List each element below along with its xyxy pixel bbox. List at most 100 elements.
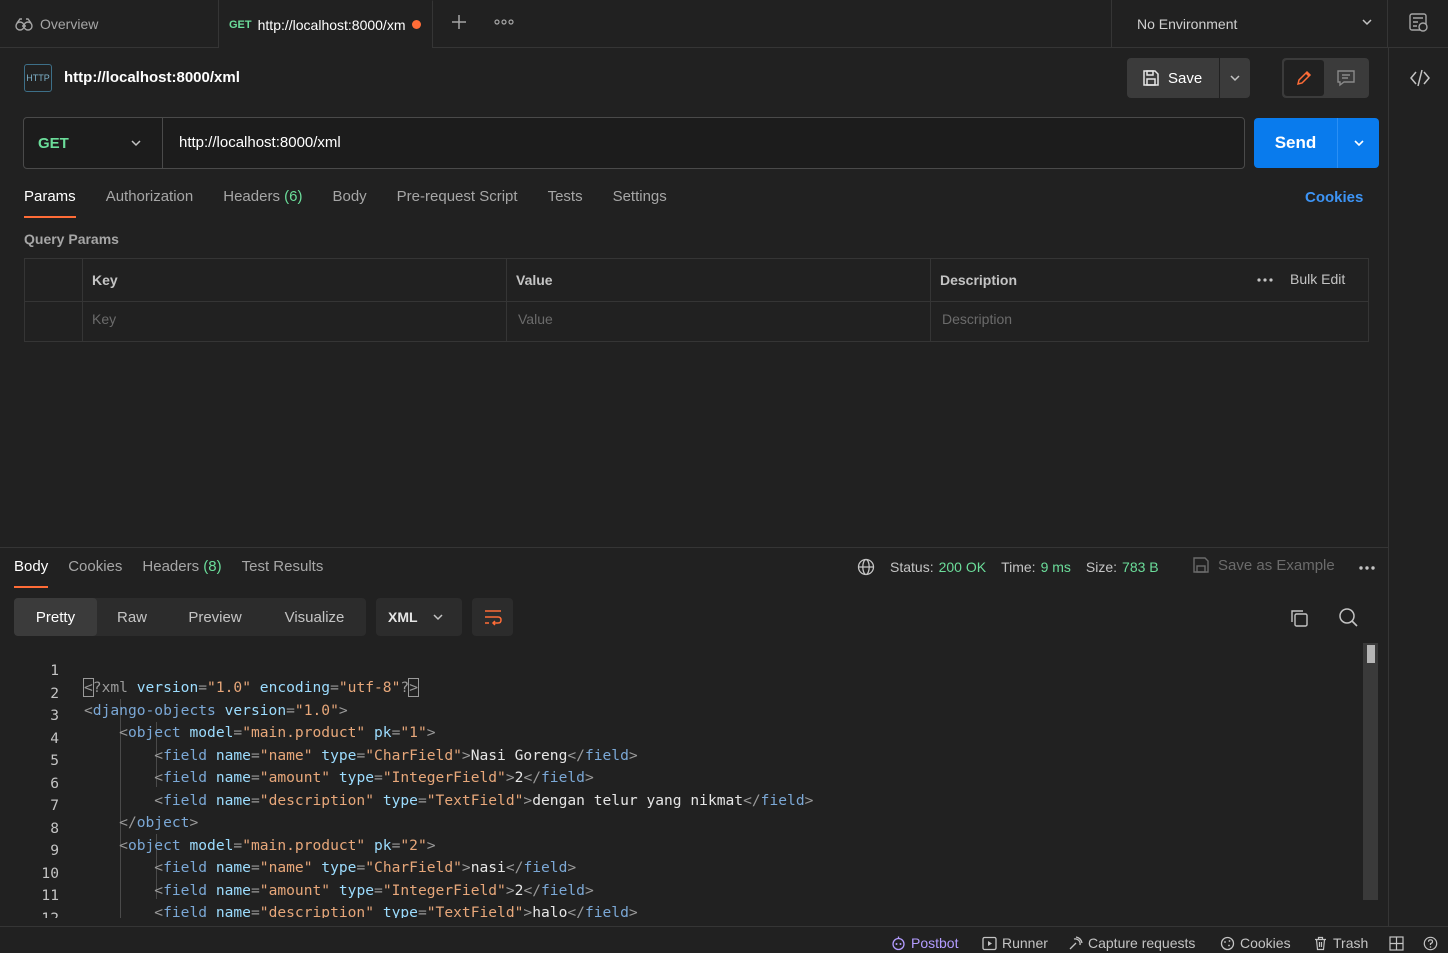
editor-scrollbar-thumb[interactable] bbox=[1367, 645, 1375, 663]
tab-headers[interactable]: Headers (6) bbox=[223, 188, 302, 218]
tab-response-body[interactable]: Body bbox=[14, 558, 49, 588]
format-select[interactable]: XML bbox=[376, 598, 462, 636]
chevron-down-icon bbox=[1361, 16, 1373, 28]
query-params-table: Key Value Description Bulk Edit Key Valu… bbox=[24, 258, 1369, 342]
tab-response-headers-label: Headers bbox=[142, 558, 200, 575]
params-more-button[interactable] bbox=[1257, 277, 1273, 283]
copy-button[interactable] bbox=[1289, 608, 1309, 628]
time-value[interactable]: 9 ms bbox=[1041, 559, 1071, 575]
code-snippet-button[interactable] bbox=[1409, 68, 1431, 88]
tab-prerequest-script[interactable]: Pre-request Script bbox=[397, 188, 518, 218]
trash-icon bbox=[1315, 936, 1326, 950]
code-line: 5 <field name="amount" type="IntegerFiel… bbox=[50, 752, 594, 786]
status-value[interactable]: 200 OK bbox=[939, 559, 986, 575]
bulk-edit-button[interactable]: Bulk Edit bbox=[1290, 271, 1345, 287]
pencil-icon bbox=[1296, 70, 1312, 86]
request-tabs: Params Authorization Headers (6) Body Pr… bbox=[24, 188, 697, 218]
more-horizontal-icon bbox=[494, 19, 514, 25]
tab-request[interactable]: GET http://localhost:8000/xml bbox=[219, 0, 433, 48]
tab-overview[interactable]: Overview bbox=[0, 0, 219, 47]
tab-headers-label: Headers bbox=[223, 188, 280, 205]
response-more-button[interactable] bbox=[1358, 565, 1376, 571]
two-pane-icon bbox=[1389, 936, 1404, 951]
url-bar: GET http://localhost:8000/xml bbox=[23, 117, 1245, 169]
tab-authorization[interactable]: Authorization bbox=[106, 188, 194, 218]
cookies-button[interactable]: Cookies bbox=[1220, 935, 1291, 951]
unsaved-dot-icon bbox=[411, 20, 421, 29]
tab-response-headers[interactable]: Headers (8) bbox=[142, 558, 221, 588]
wrap-icon bbox=[484, 610, 502, 626]
view-preview-button[interactable]: Preview bbox=[167, 598, 263, 636]
capture-requests-button[interactable]: Capture requests bbox=[1068, 935, 1195, 951]
description-input[interactable]: Description bbox=[942, 311, 1012, 327]
wrap-lines-button[interactable] bbox=[472, 598, 513, 636]
postbot-button[interactable]: Postbot bbox=[891, 935, 958, 951]
code-line: 12 </object> bbox=[41, 909, 59, 919]
send-button[interactable]: Send bbox=[1254, 118, 1338, 168]
view-pretty-button[interactable]: Pretty bbox=[14, 598, 97, 636]
send-button-group: Send bbox=[1254, 118, 1379, 168]
view-raw-button[interactable]: Raw bbox=[97, 598, 167, 636]
size-value[interactable]: 783 B bbox=[1122, 559, 1159, 575]
capture-requests-label: Capture requests bbox=[1088, 935, 1196, 951]
status-bar: Postbot Runner Capture requests Cookies … bbox=[0, 926, 1448, 953]
url-input[interactable]: http://localhost:8000/xml bbox=[179, 134, 341, 151]
editor-scrollbar[interactable] bbox=[1363, 643, 1378, 900]
tab-settings[interactable]: Settings bbox=[613, 188, 667, 218]
runner-button[interactable]: Runner bbox=[982, 935, 1048, 951]
right-sidebar bbox=[1388, 48, 1448, 926]
tab-overview-label: Overview bbox=[40, 15, 99, 32]
value-input[interactable]: Value bbox=[518, 311, 553, 327]
pane-divider[interactable] bbox=[0, 547, 1388, 548]
code-line: 1 <?xml version="1.0" encoding="utf-8"?> bbox=[50, 662, 419, 697]
edit-mode-button[interactable] bbox=[1284, 60, 1324, 96]
tab-more-button[interactable] bbox=[494, 19, 514, 25]
code-icon bbox=[1410, 69, 1430, 87]
trash-button[interactable]: Trash bbox=[1313, 935, 1368, 951]
environment-quick-look-button[interactable] bbox=[1408, 12, 1430, 34]
size-label: Size: bbox=[1085, 559, 1118, 575]
copy-icon bbox=[1291, 610, 1308, 627]
save-icon bbox=[1142, 69, 1160, 87]
column-header-value: Value bbox=[516, 272, 553, 288]
chevron-down-icon bbox=[130, 137, 142, 149]
column-header-key: Key bbox=[92, 272, 118, 288]
help-button[interactable] bbox=[1423, 936, 1438, 951]
runner-label: Runner bbox=[1002, 935, 1048, 951]
environment-select[interactable]: No Environment bbox=[1111, 0, 1388, 47]
tab-tests[interactable]: Tests bbox=[548, 188, 583, 218]
save-dropdown-button[interactable] bbox=[1220, 58, 1250, 98]
response-body-editor[interactable]: 1 <?xml version="1.0" encoding="utf-8"?>… bbox=[0, 643, 1362, 918]
code-line: 4 <field name="name" type="CharField">Na… bbox=[50, 729, 638, 764]
method-select[interactable]: GET bbox=[24, 118, 163, 168]
save-as-example-button[interactable]: Save as Example bbox=[1192, 556, 1335, 574]
status-label: Status: bbox=[890, 559, 934, 575]
view-visualize-button[interactable]: Visualize bbox=[263, 598, 366, 636]
headers-count-badge: (6) bbox=[284, 188, 303, 205]
tab-params[interactable]: Params bbox=[24, 188, 76, 218]
tab-body[interactable]: Body bbox=[332, 188, 366, 218]
chevron-down-icon bbox=[1353, 140, 1364, 147]
environment-label: No Environment bbox=[1137, 15, 1238, 32]
cookies-link[interactable]: Cookies bbox=[1305, 189, 1363, 206]
postbot-icon bbox=[892, 936, 905, 950]
send-dropdown-button[interactable] bbox=[1338, 118, 1379, 168]
http-request-icon: HTTP bbox=[24, 64, 52, 92]
save-button[interactable]: Save bbox=[1127, 58, 1219, 98]
code-line: 6 <field name="description" type="TextFi… bbox=[50, 774, 814, 809]
code-line: 11 <field name="description" type="TextF… bbox=[41, 887, 638, 918]
runner-icon bbox=[982, 936, 997, 950]
key-input[interactable]: Key bbox=[92, 311, 116, 327]
layout-toggle-button[interactable] bbox=[1389, 936, 1404, 951]
tab-test-results[interactable]: Test Results bbox=[242, 558, 324, 588]
code-line: 7 </object> bbox=[50, 797, 199, 831]
response-view-toggle: Pretty Raw Preview Visualize bbox=[14, 598, 366, 636]
new-tab-button[interactable] bbox=[450, 13, 468, 31]
comments-mode-button[interactable] bbox=[1326, 60, 1366, 96]
tab-response-cookies[interactable]: Cookies bbox=[68, 558, 122, 588]
search-button[interactable] bbox=[1338, 607, 1359, 628]
help-icon bbox=[1423, 936, 1438, 951]
request-title[interactable]: http://localhost:8000/xml bbox=[64, 69, 240, 86]
response-meta: Status: 200 OK Time: 9 ms Size: 783 B bbox=[857, 558, 1174, 576]
globe-icon[interactable] bbox=[857, 558, 875, 576]
